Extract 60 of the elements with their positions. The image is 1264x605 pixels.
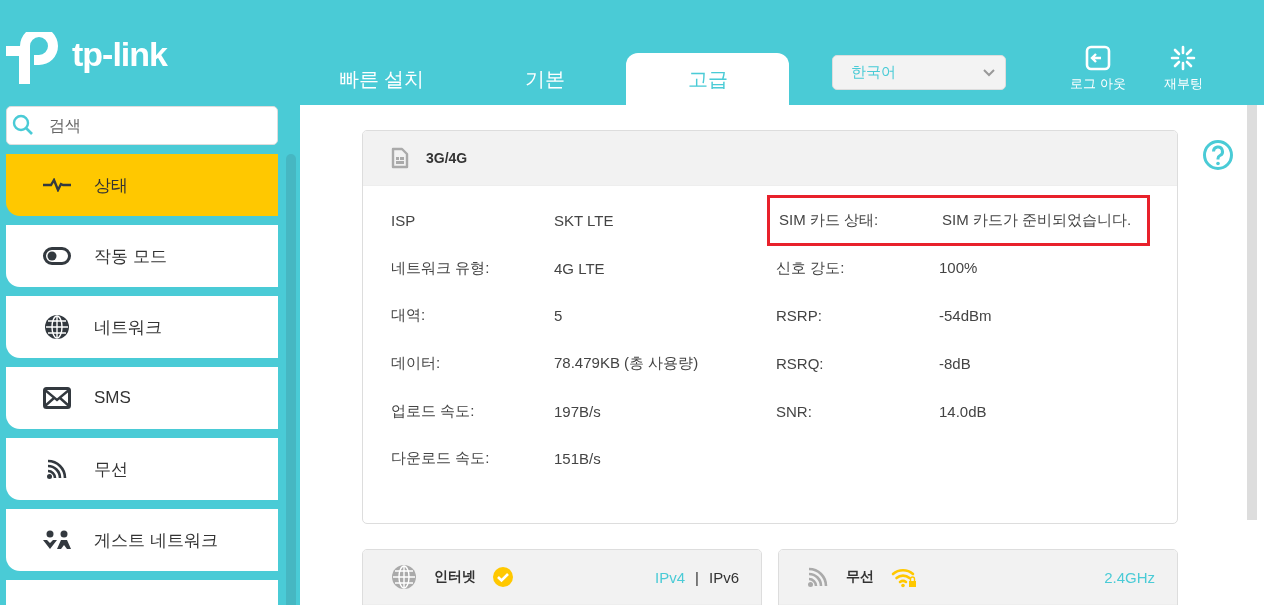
field-value: -54dBm [939,307,992,325]
field-label: 업로드 속도: [391,401,476,421]
field-label: SIM 카드 상태: [779,211,880,231]
reboot-button[interactable]: 재부팅 [1163,45,1203,93]
field-label: 데이터: [391,354,442,374]
globe-icon [44,314,70,340]
field-value: 5 [554,307,564,325]
field-value: 151B/s [554,450,602,468]
field-label: 다운로드 속도: [391,449,491,469]
field-value: SKT LTE [554,212,615,230]
card-title: 3G/4G [426,150,468,166]
field-label: 대역: [391,306,427,326]
separator: | [695,568,699,586]
nav-tab[interactable]: 빠른 설치 [300,53,463,105]
logout-button[interactable]: 로그 아웃 [1070,45,1126,93]
reboot-icon [1170,45,1197,71]
sidebar-item[interactable]: 무선 [6,438,278,500]
protocol-link[interactable]: IPv4 [655,568,686,586]
sidebar-item[interactable]: 네트워크 [6,296,278,358]
check-badge-icon [493,567,513,587]
field-label: 신호 강도: [776,258,846,278]
protocol-link[interactable]: IPv6 [709,568,739,586]
field-value: 4G LTE [554,259,606,277]
logout-icon [1084,45,1111,71]
card-title: 무선 [846,568,874,586]
toggle-icon [43,247,71,265]
field-value: 14.0dB [939,402,987,420]
search-field[interactable]: 검색 [6,106,278,145]
chevron-icon [983,68,995,77]
field-label: RSRQ: [776,355,825,373]
sidebar-item[interactable]: 상태 [6,154,278,216]
nav-tab[interactable]: 고급 [626,53,789,105]
field-label: RSRP: [776,307,823,325]
sidebar-item[interactable]: 게스트 네트워크 [6,509,278,571]
sidebar-item[interactable]: SMS [6,367,278,429]
globe-icon [391,564,417,590]
protocol-link[interactable]: 2.4GHz [1104,568,1155,586]
field-value: 197B/s [554,402,602,420]
people-icon [42,530,72,550]
search-icon [12,114,34,136]
nav-tab[interactable]: 기본 [463,53,626,105]
logo-text: tp-link [72,34,167,75]
card-title: 인터넷 [434,568,476,586]
wifi-lock-icon [891,566,917,588]
field-label: ISP [391,212,417,230]
scrollbar[interactable] [1247,105,1257,520]
envelope-icon [43,387,71,409]
language-select[interactable]: 한국어 [832,55,1006,90]
field-label: SNR: [776,402,813,420]
signal-icon [46,458,68,480]
signal-icon [807,566,829,588]
field-value: 78.479KB (총 사용량) [554,354,700,374]
sidebar-item[interactable]: 작동 모드 [6,225,278,287]
field-value: 100% [939,258,978,278]
field-value: SIM 카드가 준비되었습니다. [942,211,1132,231]
help-icon[interactable] [1202,139,1234,171]
pulse-icon [43,178,71,192]
field-label: 네트워크 유형: [391,258,491,278]
field-value: -8dB [939,355,971,373]
sim-card-icon [391,147,409,169]
